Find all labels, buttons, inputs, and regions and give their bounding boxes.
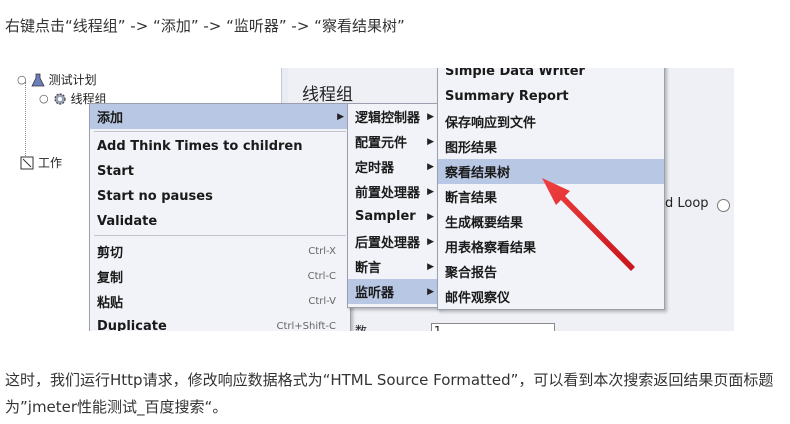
listener-submenu-item[interactable]: 用表格察看结果 [438,234,664,259]
submenu-arrow-icon: ▶ [427,111,434,122]
outro-paragraph: 这时，我们运行Http请求，修改响应数据格式为“HTML Source Form… [5,371,774,416]
listener-submenu-item[interactable]: Simple Data Writer [438,68,664,84]
tree-label-workbench: 工作 [38,156,63,170]
menu-item-label: 图形结果 [445,141,498,156]
tree-node-workbench[interactable]: 工作 [20,154,62,171]
menu-item-label: 监听器 [355,286,395,301]
flask-icon [30,73,45,87]
menu-item-shortcut: Ctrl-X [308,246,336,257]
context-menu-item[interactable]: 复制 Ctrl-C [90,264,350,289]
listener-submenu-item[interactable]: 聚合报告 [438,259,664,284]
menu-item-label: 邮件观察仪 [445,291,511,306]
context-menu-item[interactable]: Start [90,159,350,184]
submenu-arrow-icon: ▶ [427,186,434,197]
context-menu-item[interactable]: Duplicate Ctrl+Shift-C [90,314,350,331]
loop-count-field[interactable]: 1 [430,323,555,331]
expander-icon[interactable]: ○ [39,92,49,105]
menu-item-label: Start no pauses [97,189,213,204]
listener-submenu: Simple Data Writer Summary Report 保存响应到文件图… [437,68,665,310]
submenu-arrow-icon: ▶ [337,111,344,122]
listener-submenu-item[interactable]: 邮件观察仪 [438,284,664,309]
submenu-arrow-icon: ▶ [427,136,434,147]
menu-separator [94,235,346,236]
menu-item-label: 添加 [97,111,124,126]
context-menu-item[interactable]: Add Think Times to children [90,134,350,159]
submenu-arrow-icon: ▶ [427,161,434,172]
menu-item-label: 生成概要结果 [445,216,524,231]
context-menu: 添加 ▶ Add Think Times to children Start Start… [89,103,351,331]
menu-item-label: 察看结果树 [445,166,511,181]
menu-item-label: 后置处理器 [355,236,421,251]
menu-item-shortcut: Ctrl+Shift-C [276,321,337,331]
add-submenu-item[interactable]: Sampler ▶ [348,204,440,229]
menu-item-label: 配置元件 [355,136,408,151]
add-submenu-item[interactable]: 配置元件 ▶ [348,129,440,154]
menu-item-label: Add Think Times to children [97,139,303,154]
menu-item-label: Simple Data Writer [445,68,585,79]
menu-item-label: 断言 [355,261,382,276]
submenu-arrow-icon: ▶ [427,211,434,222]
context-menu-item[interactable]: Start no pauses [90,184,350,209]
menu-item-label: Start [97,164,134,179]
submenu-arrow-icon: ▶ [427,261,434,272]
listener-submenu-item[interactable]: 断言结果 [438,184,664,209]
loop-option-label: d Loop [665,196,709,211]
context-menu-item[interactable]: 剪切 Ctrl-X [90,239,350,264]
loop-count-row: 数 1 [355,322,555,331]
add-submenu-item[interactable]: 定时器 ▶ [348,154,440,179]
listener-submenu-item[interactable]: 保存响应到文件 [438,109,664,134]
add-submenu-item[interactable]: 逻辑控制器 ▶ [348,104,440,129]
context-menu-item[interactable]: Validate [90,209,350,234]
panel-title: 线程组 [302,85,353,105]
loop-radio[interactable] [717,199,730,212]
listener-submenu-item[interactable]: Summary Report [438,84,664,109]
menu-item-label: 断言结果 [445,191,498,206]
menu-item-label: Validate [97,214,158,229]
menu-item-label: 前置处理器 [355,186,421,201]
tree-label-test-plan: 测试计划 [48,73,97,87]
listener-submenu-item[interactable]: 图形结果 [438,134,664,159]
listener-submenu-item[interactable]: 察看结果树 [438,159,664,184]
expander-icon[interactable]: ○ [17,73,27,86]
menu-item-shortcut: Ctrl-C [307,271,336,282]
menu-item-label: Duplicate [97,319,167,331]
menu-item-label: 定时器 [355,161,395,176]
context-menu-item[interactable]: 添加 ▶ [90,104,350,129]
menu-item-label: 粘贴 [97,296,124,311]
gear-icon [53,92,67,106]
submenu-arrow-icon: ▶ [427,286,434,297]
tree-node-test-plan[interactable]: ○ 测试计划 [17,71,97,88]
add-submenu: 逻辑控制器 ▶ 配置元件 ▶ 定时器 ▶ 前置处理器 ▶ Sampler ▶ 后置处理器 ▶ 断言 ▶ 监听… [347,103,441,308]
menu-item-label: 复制 [97,271,124,286]
add-submenu-item[interactable]: 后置处理器 ▶ [348,229,440,254]
context-menu-item[interactable]: 粘贴 Ctrl-V [90,289,350,314]
menu-item-label: 逻辑控制器 [355,111,421,126]
add-submenu-item[interactable]: 断言 ▶ [348,254,440,279]
menu-item-label: 聚合报告 [445,266,498,281]
menu-item-label: Sampler [355,209,416,224]
menu-item-label: 剪切 [97,246,124,261]
loop-count-label: 数 [355,324,368,331]
menu-item-shortcut: Ctrl-V [308,296,336,307]
submenu-arrow-icon: ▶ [427,236,434,247]
workbench-icon [20,156,34,170]
menu-item-label: 保存响应到文件 [445,116,537,131]
menu-item-label: 用表格察看结果 [445,241,537,256]
intro-paragraph: 右键点击“线程组” -> “添加” -> “监听器” -> “察看结果树” [5,17,405,35]
add-submenu-item[interactable]: 前置处理器 ▶ [348,179,440,204]
jmeter-screenshot: ○ 测试计划 ○ 线程组 工作 线程组 d Loop 数 1 添加 ▶ Add Th [5,68,734,331]
menu-item-label: Summary Report [445,89,569,104]
menu-separator [94,131,346,132]
add-submenu-item[interactable]: 监听器 ▶ [348,279,440,304]
listener-submenu-item[interactable]: 生成概要结果 [438,209,664,234]
